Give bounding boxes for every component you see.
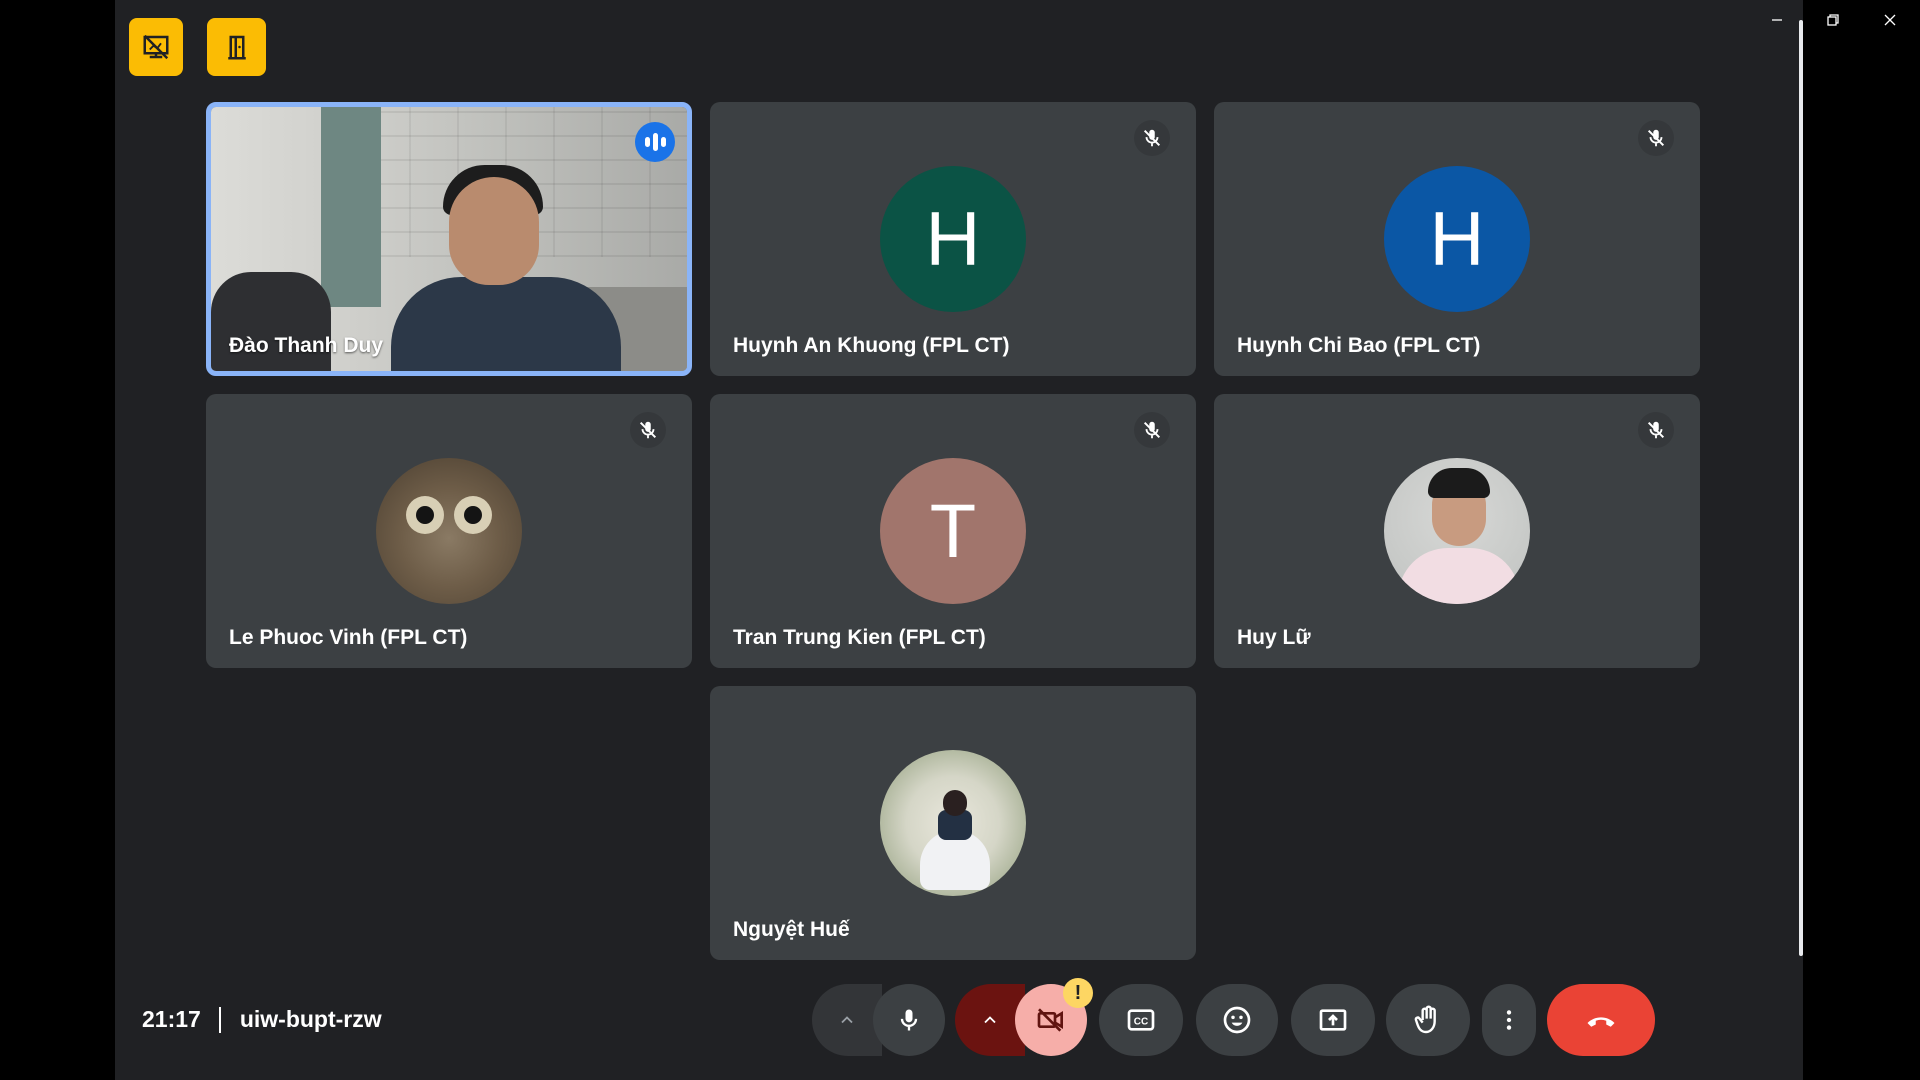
window-edge: [1799, 20, 1803, 956]
chevron-up-icon: [841, 1016, 853, 1024]
reactions-button[interactable]: [1196, 984, 1278, 1056]
participant-name: Huynh Chi Bao (FPL CT): [1237, 334, 1481, 357]
leave-room-button[interactable]: [207, 18, 266, 76]
more-options-button[interactable]: [1482, 984, 1536, 1056]
raise-hand-button[interactable]: [1386, 984, 1470, 1056]
captions-button[interactable]: CC: [1099, 984, 1183, 1056]
close-icon: [1884, 14, 1896, 26]
closed-captions-icon: CC: [1127, 1009, 1155, 1031]
participant-name: Đào Thanh Duy: [229, 334, 384, 357]
participant-tile[interactable]: T Tran Trung Kien (FPL CT): [710, 394, 1196, 668]
microphone-button[interactable]: [873, 984, 945, 1056]
participant-name: Nguyệt Huế: [733, 918, 850, 941]
minimize-button[interactable]: [1757, 6, 1797, 34]
mic-off-icon: [630, 412, 666, 448]
participant-tile[interactable]: H Huynh An Khuong (FPL CT): [710, 102, 1196, 376]
svg-text:CC: CC: [1134, 1017, 1148, 1028]
chevron-up-icon: [984, 1016, 996, 1024]
participant-name: Huynh An Khuong (FPL CT): [733, 334, 1010, 357]
presentation-off-icon: [143, 34, 169, 60]
participant-tile-active-speaker[interactable]: Đào Thanh Duy: [206, 102, 692, 376]
participant-tile[interactable]: H Huynh Chi Bao (FPL CT): [1214, 102, 1700, 376]
participant-name: Huy Lữ: [1237, 626, 1311, 649]
avatar: H: [1384, 166, 1530, 312]
restore-button[interactable]: [1813, 6, 1853, 34]
participant-name: Le Phuoc Vinh (FPL CT): [229, 626, 468, 649]
mic-off-icon: [1638, 412, 1674, 448]
camera-off-icon: [1037, 1008, 1063, 1032]
warning-badge: !: [1063, 978, 1093, 1008]
divider: [218, 1006, 221, 1033]
avatar-photo: [1384, 458, 1530, 604]
audio-options-button[interactable]: [812, 984, 882, 1056]
more-vert-icon: [1506, 1010, 1512, 1030]
door-exit-icon: [227, 35, 246, 60]
mic-off-icon: [1638, 120, 1674, 156]
participant-tile[interactable]: Le Phuoc Vinh (FPL CT): [206, 394, 692, 668]
restore-icon: [1827, 14, 1839, 26]
mic-off-icon: [1134, 120, 1170, 156]
participant-tile[interactable]: Huy Lữ: [1214, 394, 1700, 668]
minimize-icon: [1772, 19, 1782, 21]
participant-video: [211, 107, 687, 371]
avatar-photo: [376, 458, 522, 604]
meeting-code: uiw-bupt-rzw: [239, 1006, 382, 1032]
meeting-time: 21:17: [142, 1006, 201, 1032]
participant-tile[interactable]: Nguyệt Huế: [710, 686, 1196, 960]
emoji-icon: [1223, 1006, 1251, 1034]
mic-off-icon: [1134, 412, 1170, 448]
hand-icon: [1414, 1005, 1436, 1034]
avatar: H: [880, 166, 1026, 312]
end-call-icon: [1587, 1017, 1615, 1027]
speaking-indicator-icon: [635, 122, 675, 162]
end-call-button[interactable]: [1547, 984, 1655, 1056]
microphone-icon: [900, 1009, 918, 1031]
present-screen-icon: [1319, 1009, 1347, 1031]
avatar-photo: [880, 750, 1026, 896]
present-screen-button[interactable]: [1291, 984, 1375, 1056]
presentation-off-button[interactable]: [129, 18, 183, 76]
close-button[interactable]: [1870, 6, 1910, 34]
participant-name: Tran Trung Kien (FPL CT): [733, 626, 986, 649]
meeting-info: 21:17 uiw-bupt-rzw: [142, 1006, 382, 1033]
avatar: T: [880, 458, 1026, 604]
